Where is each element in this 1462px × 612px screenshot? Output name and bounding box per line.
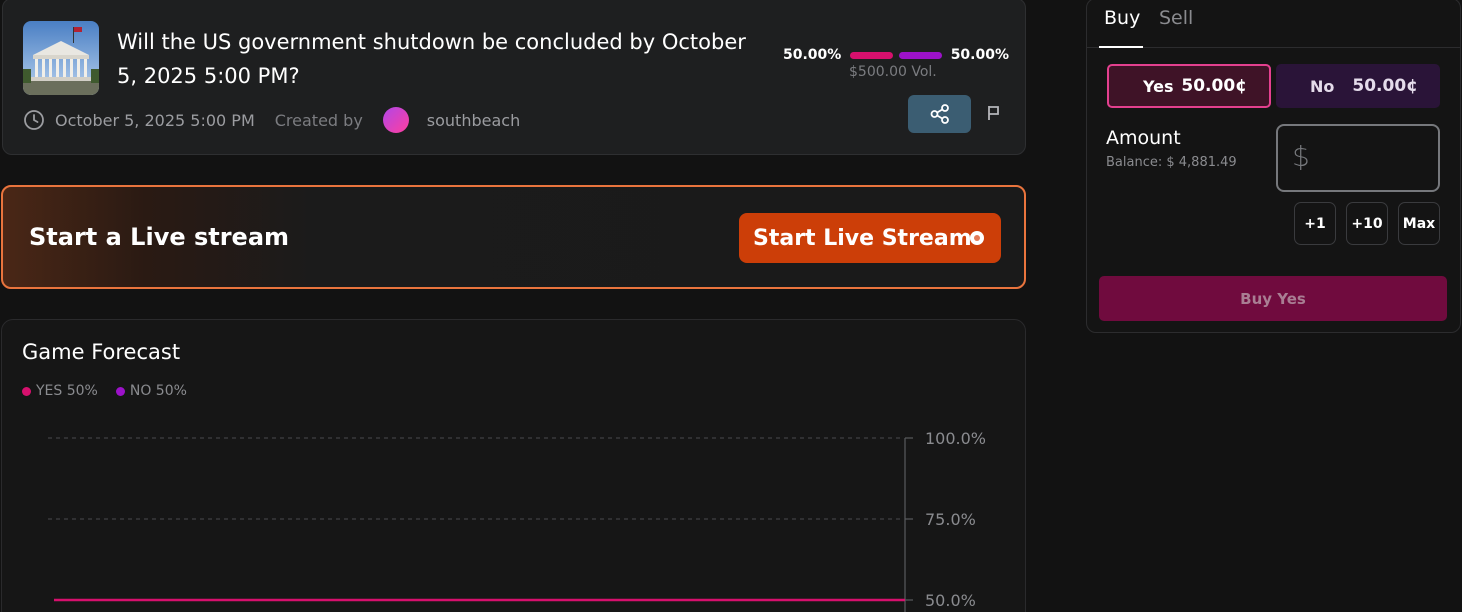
share-button[interactable]: [908, 95, 971, 133]
tab-buy[interactable]: Buy: [1104, 7, 1140, 29]
created-by-label: Created by: [274, 110, 363, 130]
game-forecast-card: Game Forecast YES 50% NO 50% 100.0% 75.0%…: [1, 319, 1026, 612]
live-record-icon: [970, 231, 984, 245]
live-stream-banner: Start a Live stream Start Live Stream: [1, 185, 1026, 289]
yes-outcome-label: Yes: [1143, 76, 1174, 96]
active-tab-indicator: [1099, 46, 1143, 48]
creator-name[interactable]: southbeach: [427, 111, 520, 130]
no-outcome-label: No: [1310, 76, 1335, 96]
yes-outcome-price: 50.00¢: [1181, 76, 1247, 96]
share-icon: [930, 104, 949, 124]
amount-input[interactable]: [1314, 138, 1432, 178]
flag-icon[interactable]: [985, 103, 1003, 123]
chart-y-tick-label: 50.0%: [925, 591, 976, 610]
capitol-building-image: [23, 21, 99, 95]
tab-sell[interactable]: Sell: [1159, 7, 1193, 29]
market-end-date: October 5, 2025 5:00 PM: [55, 110, 255, 130]
dollar-icon: $: [1292, 140, 1310, 173]
chart-y-tick-label: 75.0%: [925, 510, 976, 529]
market-question: Will the US government shutdown be concl…: [117, 30, 746, 88]
market-meta: October 5, 2025 5:00 PM Created by south…: [23, 107, 520, 133]
add-one-button[interactable]: +1: [1294, 202, 1336, 245]
add-ten-button[interactable]: +10: [1346, 202, 1388, 245]
yes-outcome-button[interactable]: Yes 50.00¢: [1107, 64, 1271, 108]
max-amount-button[interactable]: Max: [1398, 202, 1440, 245]
clock-icon: [23, 109, 45, 131]
yes-percentage: 50.00%: [783, 47, 842, 63]
start-live-stream-label: Start Live Stream: [753, 225, 972, 251]
amount-label: Amount: [1106, 127, 1181, 149]
no-odds-bar: [899, 51, 942, 59]
buy-yes-button[interactable]: Buy Yes: [1099, 276, 1447, 321]
odds-summary: 50.00% 50.00%: [783, 45, 1009, 65]
yes-odds-bar: [850, 51, 893, 59]
trade-tabs: Buy Sell: [1087, 0, 1460, 48]
no-outcome-price: 50.00¢: [1352, 76, 1418, 96]
balance-label: Balance: $ 4,881.49: [1106, 155, 1237, 170]
market-volume: $500.00 Vol.: [849, 64, 937, 80]
forecast-chart: 100.0% 75.0% 50.0%: [48, 429, 986, 612]
market-thumbnail: [23, 21, 99, 95]
creator-avatar[interactable]: [382, 107, 409, 133]
live-stream-title: Start a Live stream: [29, 223, 290, 251]
market-header-card: Will the US government shutdown be concl…: [2, 0, 1026, 155]
amount-field[interactable]: $: [1276, 124, 1440, 192]
no-percentage: 50.00%: [950, 47, 1009, 63]
trade-panel: Buy Sell Yes 50.00¢ No 50.00¢ Amount Bal…: [1086, 0, 1461, 333]
chart-y-tick-label: 100.0%: [925, 429, 986, 448]
no-outcome-button[interactable]: No 50.00¢: [1276, 64, 1440, 108]
start-live-stream-button[interactable]: Start Live Stream: [739, 213, 1001, 263]
